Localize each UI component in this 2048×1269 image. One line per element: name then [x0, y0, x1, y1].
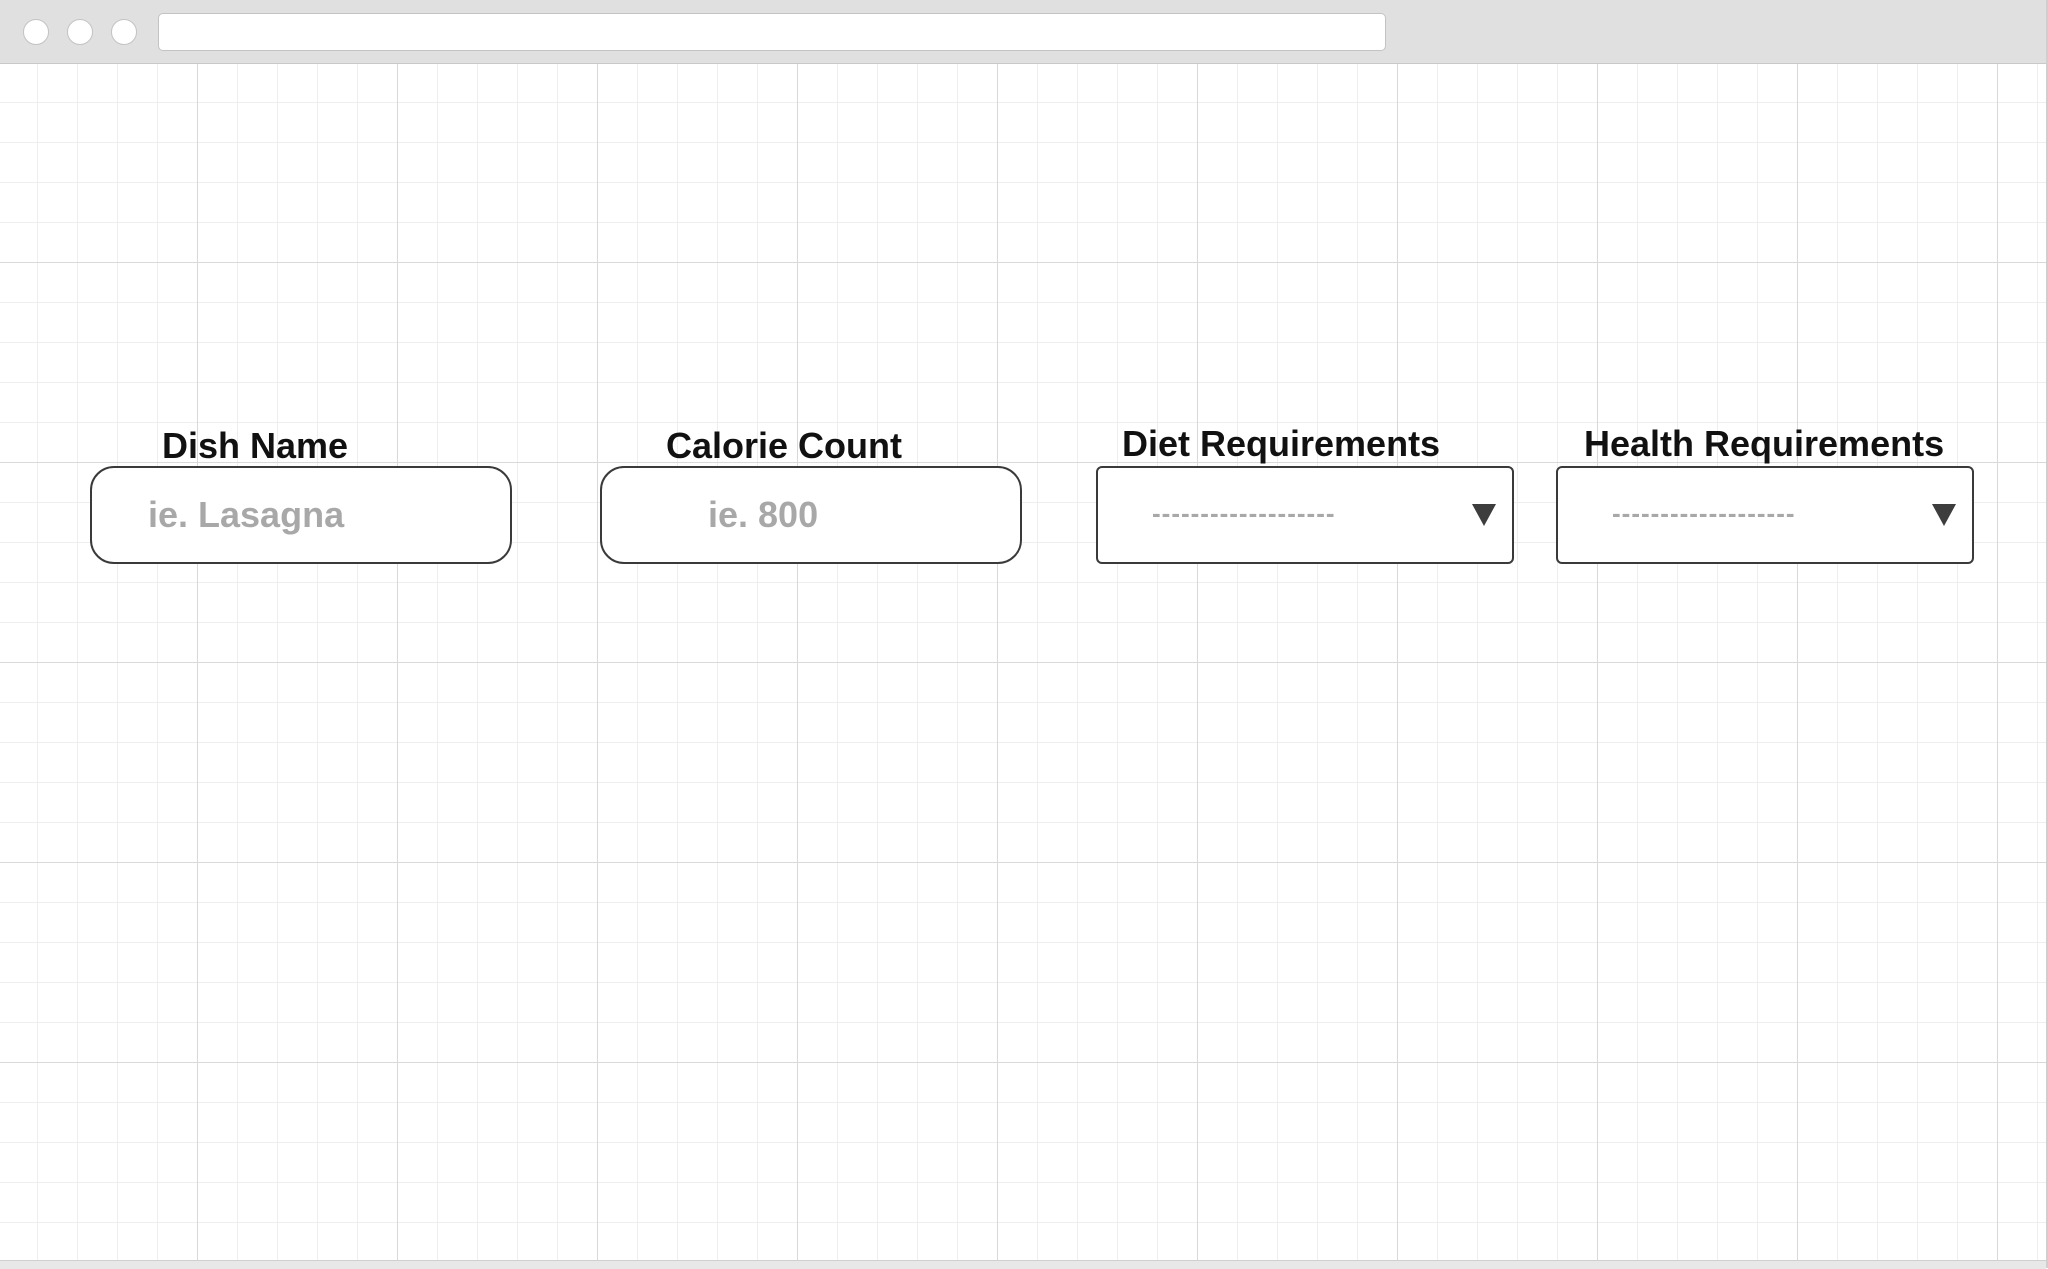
dropdown-arrow-icon [1932, 504, 1956, 526]
diet-requirements-label: Diet Requirements [1122, 423, 1441, 464]
dropdown-arrow-icon [1472, 504, 1496, 526]
page-canvas [0, 64, 2046, 1260]
browser-titlebar [0, 0, 2046, 64]
diet-requirements-select[interactable]: ------------------- [1096, 466, 1514, 564]
calorie-count-input[interactable] [600, 466, 1022, 564]
health-requirements-label: Health Requirements [1584, 423, 1945, 464]
window-minimize-button[interactable] [67, 19, 93, 45]
health-requirements-select[interactable]: ------------------- [1556, 466, 1974, 564]
window-close-button[interactable] [23, 19, 49, 45]
calorie-count-label: Calorie Count [666, 425, 903, 466]
window-maximize-button[interactable] [111, 19, 137, 45]
dish-name-input[interactable] [90, 466, 512, 564]
diet-requirements-selected-value: ------------------- [1152, 498, 1336, 528]
browser-window: Dish Name Calorie Count Diet Requirement… [0, 0, 2048, 1269]
address-bar[interactable] [158, 13, 1386, 51]
dish-name-label: Dish Name [162, 425, 349, 466]
health-requirements-selected-value: ------------------- [1612, 498, 1796, 528]
